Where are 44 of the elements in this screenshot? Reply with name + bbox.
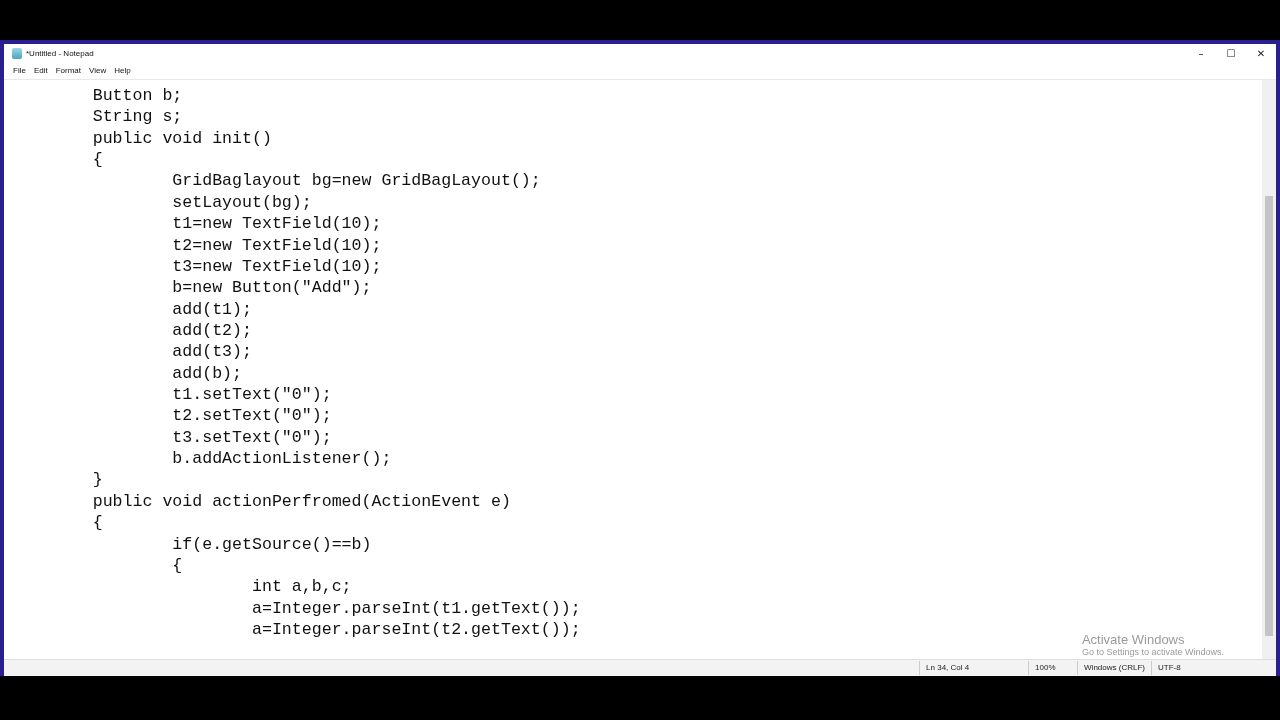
code-line: String s; — [91, 107, 183, 127]
code-line: t3=new TextField(10); — [171, 256, 382, 276]
menu-item[interactable]: Help — [110, 66, 135, 75]
menu-item[interactable]: Format — [51, 66, 86, 75]
code-line: a=Integer.parseInt(t2.getText()); — [251, 620, 581, 639]
close-button[interactable]: ✕ — [1246, 44, 1276, 62]
minimize-button[interactable]: – — [1186, 44, 1216, 62]
code-line: Button b; — [91, 86, 183, 105]
code-line: int a,b,c; — [251, 577, 352, 597]
code-line: b=new Button("Add"); — [171, 278, 372, 298]
code-line: if(e.getSource()==b) — [171, 534, 372, 554]
code-line: add(t1); — [171, 299, 252, 319]
activation-message: Go to Settings to activate Windows. — [1081, 647, 1224, 657]
code-line: { — [91, 513, 103, 533]
notepad-icon — [12, 47, 22, 59]
status-text: 100% — [1028, 661, 1078, 675]
code-line: t2=new TextField(10); — [171, 235, 382, 255]
code-line: t3.setText("0"); — [171, 427, 332, 447]
code-line: add(b); — [171, 363, 243, 383]
code-line: { — [171, 555, 183, 575]
menu-item[interactable]: Edit — [29, 66, 52, 75]
scrollbar-thumb[interactable] — [1265, 196, 1273, 636]
code-line: b.addActionListener(); — [171, 449, 392, 469]
code-line: a=Integer.parseInt(t1.getText()); — [251, 598, 581, 618]
status-text: Windows (CRLF) — [1077, 661, 1151, 675]
code-line: add(t2); — [171, 320, 252, 340]
maximize-button[interactable]: ☐ — [1216, 44, 1246, 62]
status-text: Ln 34, Col 4 — [919, 661, 1029, 675]
code-line: t2.setText("0"); — [171, 406, 332, 426]
code-line: { — [91, 150, 103, 170]
menu-item[interactable]: File — [9, 66, 30, 75]
menu-item[interactable]: View — [85, 66, 111, 75]
code-line: public void actionPerfromed(ActionEvent e) — [91, 491, 511, 511]
scrollbar[interactable] — [1262, 80, 1276, 659]
code-line: public void init() — [91, 128, 272, 148]
activation-title: Activate Windows — [1081, 632, 1186, 647]
code-line: t1=new TextField(10); — [171, 214, 382, 234]
code-line: } — [91, 470, 103, 490]
status-text: UTF-8 — [1151, 661, 1222, 675]
code-line: t1.setText("0"); — [171, 385, 332, 405]
code-line: add(t3); — [171, 342, 252, 362]
code-line: GridBaglayout bg=new GridBagLayout(); — [171, 171, 541, 191]
window-title: *Untitled - Notepad — [26, 48, 95, 58]
code-line: setLayout(bg); — [171, 192, 312, 212]
